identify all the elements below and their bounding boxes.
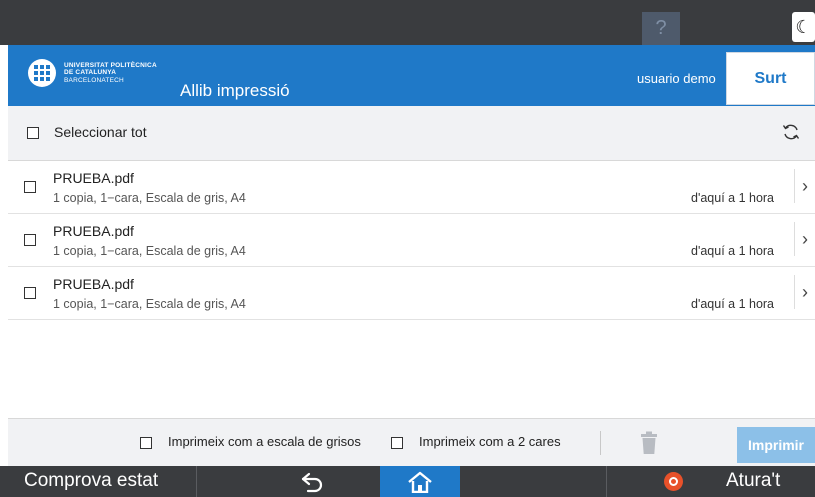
grayscale-checkbox[interactable] — [140, 437, 152, 449]
top-system-bar: ? ☾ — [0, 0, 815, 45]
logout-button[interactable]: Surt — [726, 52, 815, 105]
logo-text: UNIVERSITAT POLITÈCNICA DE CATALUNYA BAR… — [64, 61, 157, 84]
chevron-right-icon[interactable]: › — [794, 222, 815, 256]
page-title: Allib impressió — [180, 81, 290, 100]
upc-logo: UNIVERSITAT POLITÈCNICA DE CATALUNYA BAR… — [28, 59, 157, 87]
stop-icon[interactable] — [664, 472, 683, 491]
footer-divider — [606, 466, 607, 497]
divider — [600, 431, 601, 455]
job-name: PRUEBA.pdf — [53, 276, 134, 292]
app-header: UNIVERSITAT POLITÈCNICA DE CATALUNYA BAR… — [8, 45, 815, 106]
moon-icon: ☾ — [795, 16, 812, 37]
select-all-bar: Seleccionar tot — [8, 106, 815, 161]
job-checkbox[interactable] — [24, 287, 36, 299]
footer-divider — [196, 466, 197, 497]
job-row[interactable]: PRUEBA.pdf 1 copia, 1−cara, Escala de gr… — [8, 214, 815, 267]
select-all-label: Seleccionar tot — [54, 124, 147, 140]
job-name: PRUEBA.pdf — [53, 223, 134, 239]
print-button[interactable]: Imprimir — [737, 427, 815, 463]
footer-bar: Comprova estat Atura't — [0, 466, 815, 497]
job-checkbox[interactable] — [24, 181, 36, 193]
job-time: d'aquí a 1 hora — [691, 191, 775, 205]
job-details: 1 copia, 1−cara, Escala de gris, A4 — [53, 297, 246, 311]
job-time: d'aquí a 1 hora — [691, 297, 775, 311]
refresh-icon[interactable] — [781, 122, 801, 142]
trash-icon[interactable] — [639, 431, 659, 455]
duplex-label: Imprimeix com a 2 cares — [419, 434, 561, 449]
job-row[interactable]: PRUEBA.pdf 1 copia, 1−cara, Escala de gr… — [8, 267, 815, 320]
chevron-right-icon[interactable]: › — [794, 169, 815, 203]
print-options-bar: Imprimeix com a escala de grisos Imprime… — [8, 418, 815, 467]
upc-logo-icon — [28, 59, 56, 87]
job-checkbox[interactable] — [24, 234, 36, 246]
question-icon: ? — [655, 17, 667, 39]
chevron-right-icon[interactable]: › — [794, 275, 815, 309]
job-row[interactable]: PRUEBA.pdf 1 copia, 1−cara, Escala de gr… — [8, 161, 815, 214]
job-time: d'aquí a 1 hora — [691, 244, 775, 258]
user-name: usuario demo — [637, 71, 716, 86]
duplex-checkbox[interactable] — [391, 437, 403, 449]
back-arrow-icon[interactable] — [300, 471, 324, 493]
night-mode-button[interactable]: ☾ — [792, 12, 815, 42]
home-button[interactable] — [380, 466, 460, 497]
grayscale-label: Imprimeix com a escala de grisos — [168, 434, 361, 449]
help-button[interactable]: ? — [642, 12, 680, 45]
job-name: PRUEBA.pdf — [53, 170, 134, 186]
check-status-button[interactable]: Comprova estat — [24, 470, 158, 492]
job-details: 1 copia, 1−cara, Escala de gris, A4 — [53, 244, 246, 258]
stop-button[interactable]: Atura't — [726, 470, 780, 492]
home-icon — [408, 471, 432, 493]
select-all-checkbox[interactable] — [27, 127, 39, 139]
job-details: 1 copia, 1−cara, Escala de gris, A4 — [53, 191, 246, 205]
